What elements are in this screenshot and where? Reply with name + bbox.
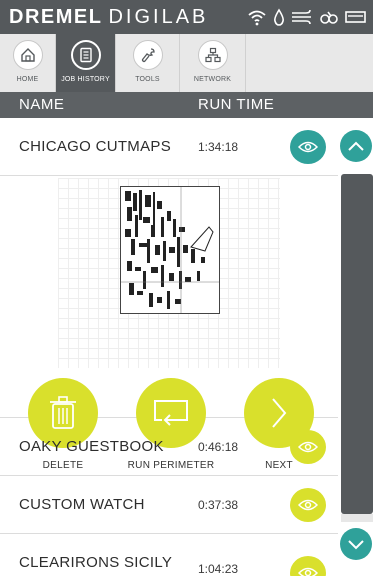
eye-icon — [298, 567, 318, 576]
job-run-time: 0:46:18 — [198, 440, 239, 454]
job-preview-image — [120, 186, 220, 314]
column-name: NAME — [19, 96, 65, 113]
scrollbar[interactable] — [338, 118, 373, 576]
tab-tools[interactable]: TOOLS — [116, 34, 180, 92]
job-name: CLEARIRONS SICILY — [19, 554, 173, 571]
job-preview-panel: DELETE RUN PERIMETER NEXT — [0, 178, 338, 471]
chevron-up-icon — [348, 141, 364, 151]
scroll-track[interactable] — [341, 174, 373, 514]
view-button[interactable] — [290, 430, 326, 464]
tab-network[interactable]: NETWORK — [180, 34, 246, 92]
tab-network-label: NETWORK — [193, 76, 232, 83]
tab-tools-label: TOOLS — [135, 76, 160, 83]
scroll-up-button[interactable] — [340, 130, 372, 162]
job-name: OAKY GUESTBOOK — [19, 438, 164, 455]
view-button[interactable] — [290, 130, 326, 164]
brand-name-bold: DREMEL — [9, 5, 103, 28]
job-run-time: 1:34:18 — [198, 140, 239, 154]
eye-icon — [298, 441, 318, 453]
job-row-clearirons-sicily[interactable]: CLEARIRONS SICILY 1:04:23 — [0, 534, 338, 576]
network-icon — [197, 40, 228, 70]
job-row-chicago-cutmaps[interactable]: CHICAGO CUTMAPS 1:34:18 — [0, 118, 338, 176]
nav-tabs: HOME JOB HISTORY TOOLS NETWORK — [0, 34, 373, 92]
battery-icon — [345, 11, 366, 23]
brand-name-light: DIGILAB — [108, 5, 209, 28]
wifi-icon — [248, 10, 266, 26]
job-row-custom-watch[interactable]: CUSTOM WATCH 0:37:38 — [0, 476, 338, 534]
column-headers: NAME RUN TIME — [0, 92, 373, 118]
job-run-time: 0:37:38 — [198, 498, 239, 512]
eye-icon — [298, 499, 318, 511]
column-run-time: RUN TIME — [198, 96, 275, 113]
link-icon — [320, 11, 338, 24]
top-bar: DREMEL DIGILAB — [0, 0, 373, 34]
status-icons — [247, 6, 367, 28]
job-row-oaky-guestbook[interactable]: OAKY GUESTBOOK 0:46:18 — [0, 418, 338, 476]
brand-logo: DREMEL DIGILAB — [9, 6, 208, 28]
scroll-down-button[interactable] — [340, 528, 372, 560]
wrench-icon — [132, 40, 163, 70]
job-history-icon — [70, 40, 101, 70]
tab-job-history[interactable]: JOB HISTORY — [56, 34, 116, 92]
water-drop-icon — [274, 8, 284, 26]
tab-job-history-label: JOB HISTORY — [61, 76, 110, 83]
tab-home-label: HOME — [16, 76, 39, 83]
home-icon — [12, 40, 43, 70]
tab-home[interactable]: HOME — [0, 34, 56, 92]
job-list: CHICAGO CUTMAPS 1:34:18 DELETE RUN PERIM… — [0, 118, 338, 576]
eye-icon — [298, 141, 318, 153]
view-button[interactable] — [290, 488, 326, 522]
scroll-thumb[interactable] — [341, 514, 373, 522]
view-button[interactable] — [290, 556, 326, 576]
airflow-icon — [292, 9, 311, 25]
job-run-time: 1:04:23 — [198, 562, 239, 576]
job-name: CUSTOM WATCH — [19, 496, 145, 513]
job-name: CHICAGO CUTMAPS — [19, 138, 172, 155]
chevron-down-icon — [348, 540, 364, 550]
